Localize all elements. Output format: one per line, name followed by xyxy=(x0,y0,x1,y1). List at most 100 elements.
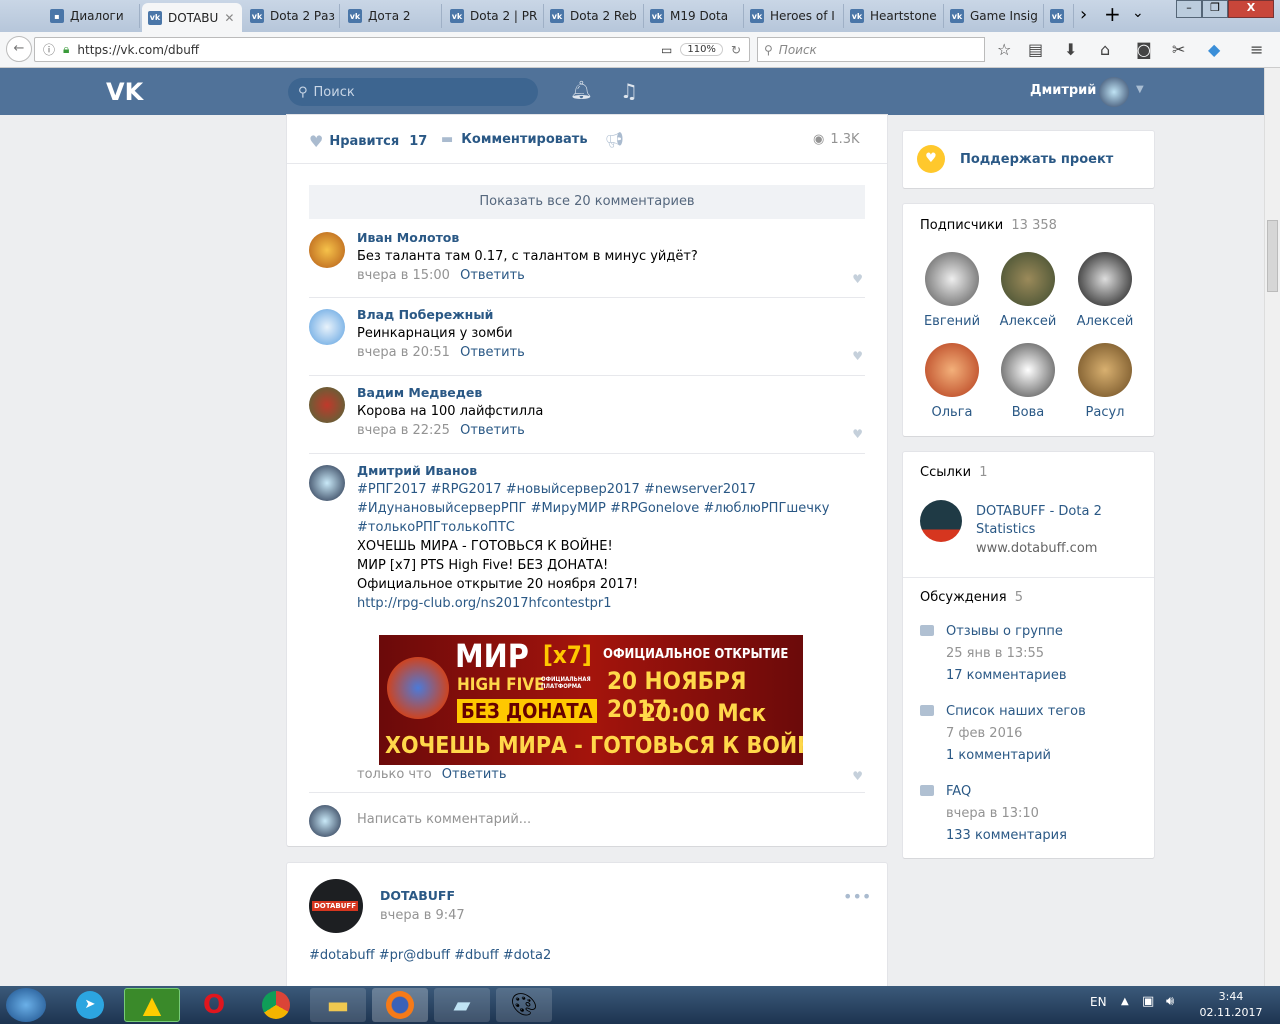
tab-7[interactable]: vk M19 Dota xyxy=(644,4,744,28)
pocket-icon[interactable]: ◙ xyxy=(1136,40,1152,59)
tab-10[interactable]: vk Game Insig xyxy=(944,4,1044,28)
tray-expand-icon[interactable]: ▲ xyxy=(1121,996,1129,1007)
music-icon[interactable]: ♫ xyxy=(620,79,638,103)
paint-taskbar-button[interactable]: 🎨︎ xyxy=(496,988,552,1022)
like-heart-icon[interactable]: ♥ xyxy=(852,427,863,441)
notifications-bell-icon[interactable]: 🔔︎ xyxy=(570,80,593,101)
hashtags[interactable]: #ИдунановыйсерверРПГ #МируМИР #RPGonelov… xyxy=(357,499,857,518)
support-project-button[interactable]: ♥ Поддержать проект xyxy=(903,131,1154,188)
start-button[interactable] xyxy=(6,988,46,1022)
subscriber[interactable]: Вова xyxy=(993,343,1063,420)
share-megaphone-icon[interactable]: 📢︎ xyxy=(605,131,624,149)
info-icon[interactable]: ⓘ xyxy=(43,41,55,58)
comment-input[interactable]: Написать комментарий... xyxy=(357,812,857,827)
more-options-icon[interactable]: ••• xyxy=(843,887,871,906)
comment-time[interactable]: вчера в 15:00 xyxy=(357,268,450,283)
subscriber[interactable]: Алексей xyxy=(1070,252,1140,329)
post-author[interactable]: DOTABUFF xyxy=(380,888,455,903)
comment-time[interactable]: вчера в 22:25 xyxy=(357,423,450,438)
reload-icon[interactable]: ↻ xyxy=(731,43,741,57)
block-title[interactable]: Подписчики xyxy=(920,218,1003,233)
promo-banner-image[interactable]: МИР [x7] HIGH FIVE ОФИЦИАЛЬНАЯ ПЛАТФОРМА… xyxy=(379,635,803,765)
tab-5[interactable]: vk Dota 2 | PR xyxy=(444,4,544,28)
clock[interactable]: 3:44 02.11.2017 xyxy=(1196,989,1266,1021)
link-avatar[interactable] xyxy=(920,500,962,542)
bookmark-star-icon[interactable]: ☆ xyxy=(997,40,1011,59)
browser-search-input[interactable]: ⚲ Поиск xyxy=(757,37,985,62)
commenter-avatar[interactable] xyxy=(309,465,345,501)
home-icon[interactable]: ⌂ xyxy=(1100,40,1110,59)
close-window-button[interactable]: X xyxy=(1228,0,1274,18)
hashtags[interactable]: #РПГ2017 #RPG2017 #новыйсервер2017 #news… xyxy=(357,480,857,499)
post-hashtags[interactable]: #dotabuff #pr@dbuff #dbuff #dota2 xyxy=(309,948,551,963)
block-title[interactable]: Обсуждения xyxy=(920,590,1007,605)
tab-dialogs[interactable]: ▪ Диалоги xyxy=(44,4,140,28)
block-title[interactable]: Ссылки xyxy=(920,465,971,480)
tab-9[interactable]: vk Heartstone xyxy=(844,4,944,28)
restore-button[interactable]: ❐ xyxy=(1202,0,1228,18)
tab-11[interactable]: vk xyxy=(1044,4,1074,28)
volume-icon[interactable]: 🔊︎ xyxy=(1166,994,1174,1009)
chevron-down-icon[interactable]: ▼ xyxy=(1136,84,1144,95)
comment-author[interactable]: Дмитрий Иванов xyxy=(357,461,857,480)
reply-link[interactable]: Ответить xyxy=(460,423,525,438)
tab-6[interactable]: vk Dota 2 Reb xyxy=(544,4,644,28)
reply-link[interactable]: Ответить xyxy=(442,767,507,782)
scrollbar-thumb[interactable] xyxy=(1267,220,1278,292)
screenshot-icon[interactable]: ✂ xyxy=(1172,40,1185,59)
menu-icon[interactable]: ≡ xyxy=(1250,40,1263,59)
comment-author[interactable]: Вадим Медведев xyxy=(357,383,543,402)
user-name[interactable]: Дмитрий xyxy=(1030,83,1096,98)
telegram-taskbar-button[interactable]: ➤ xyxy=(62,988,118,1022)
close-tab-icon[interactable]: ✕ xyxy=(224,11,234,25)
like-heart-icon[interactable]: ♥ xyxy=(852,769,863,783)
like-heart-icon[interactable]: ♥ xyxy=(852,272,863,286)
like-heart-icon[interactable]: ♥ xyxy=(852,349,863,363)
explorer-taskbar-button[interactable]: ▬ xyxy=(310,988,366,1022)
back-button[interactable]: ← xyxy=(6,36,32,62)
url-bar[interactable]: ⓘ 🔒︎ https://vk.com/dbuff ▭ 110% ↻ xyxy=(34,37,750,62)
chrome-taskbar-button[interactable] xyxy=(248,988,304,1022)
user-avatar[interactable] xyxy=(1099,77,1129,107)
reply-link[interactable]: Ответить xyxy=(460,268,525,283)
vk-search-input[interactable]: ⚲ Поиск xyxy=(288,78,538,106)
hashtags[interactable]: #толькоРПГтолькоПТС xyxy=(357,518,857,537)
firefox-taskbar-button[interactable] xyxy=(372,988,428,1022)
commenter-avatar[interactable] xyxy=(309,387,345,423)
comment-author[interactable]: Иван Молотов xyxy=(357,228,698,247)
commenter-avatar[interactable] xyxy=(309,309,345,345)
page-scrollbar[interactable] xyxy=(1264,68,1280,986)
show-all-comments-button[interactable]: Показать все 20 комментариев xyxy=(309,185,865,219)
vpn-icon[interactable]: ◆ xyxy=(1208,40,1220,59)
download-icon[interactable]: ⬇ xyxy=(1064,40,1077,59)
new-tab-icon[interactable]: + xyxy=(1104,2,1121,26)
subscriber[interactable]: Алексей xyxy=(993,252,1063,329)
zoom-level[interactable]: 110% xyxy=(680,43,723,56)
tab-list-icon[interactable]: ⌄ xyxy=(1132,5,1144,21)
link-title[interactable]: DOTABUFF - Dota 2 Statistics xyxy=(976,503,1126,539)
like-button[interactable]: ♥ Нравится 17 xyxy=(309,132,427,151)
subscriber[interactable]: Евгений xyxy=(917,252,987,329)
notepad-taskbar-button[interactable]: ▰ xyxy=(434,988,490,1022)
tab-3[interactable]: vk Dota 2 Раз xyxy=(244,4,340,28)
comment-button[interactable]: ▬ Комментировать xyxy=(441,132,588,147)
scroll-tabs-icon[interactable]: › xyxy=(1080,4,1087,25)
post-time[interactable]: вчера в 9:47 xyxy=(380,908,465,923)
language-indicator[interactable]: EN xyxy=(1090,995,1107,1009)
bookmarks-list-icon[interactable]: ▤ xyxy=(1028,40,1043,59)
vk-logo[interactable]: VK xyxy=(106,78,143,106)
subscriber[interactable]: Расул xyxy=(1070,343,1140,420)
commenter-avatar[interactable] xyxy=(309,232,345,268)
comment-time[interactable]: только что xyxy=(357,767,432,782)
app-taskbar-button[interactable]: ▲ xyxy=(124,988,180,1022)
dotabuff-avatar[interactable]: DOTABUFF xyxy=(309,879,363,933)
opera-taskbar-button[interactable]: O xyxy=(186,988,242,1022)
tab-4[interactable]: vk Дота 2 xyxy=(342,4,442,28)
tab-8[interactable]: vk Heroes of I xyxy=(744,4,844,28)
comment-author[interactable]: Влад Побережный xyxy=(357,305,525,324)
reader-view-icon[interactable]: ▭ xyxy=(661,43,672,57)
comment-time[interactable]: вчера в 20:51 xyxy=(357,345,450,360)
tab-dotabuff[interactable]: vk DOTABU ✕ xyxy=(142,3,242,32)
subscriber[interactable]: Ольга xyxy=(917,343,987,420)
network-icon[interactable]: ▣ xyxy=(1142,994,1154,1009)
